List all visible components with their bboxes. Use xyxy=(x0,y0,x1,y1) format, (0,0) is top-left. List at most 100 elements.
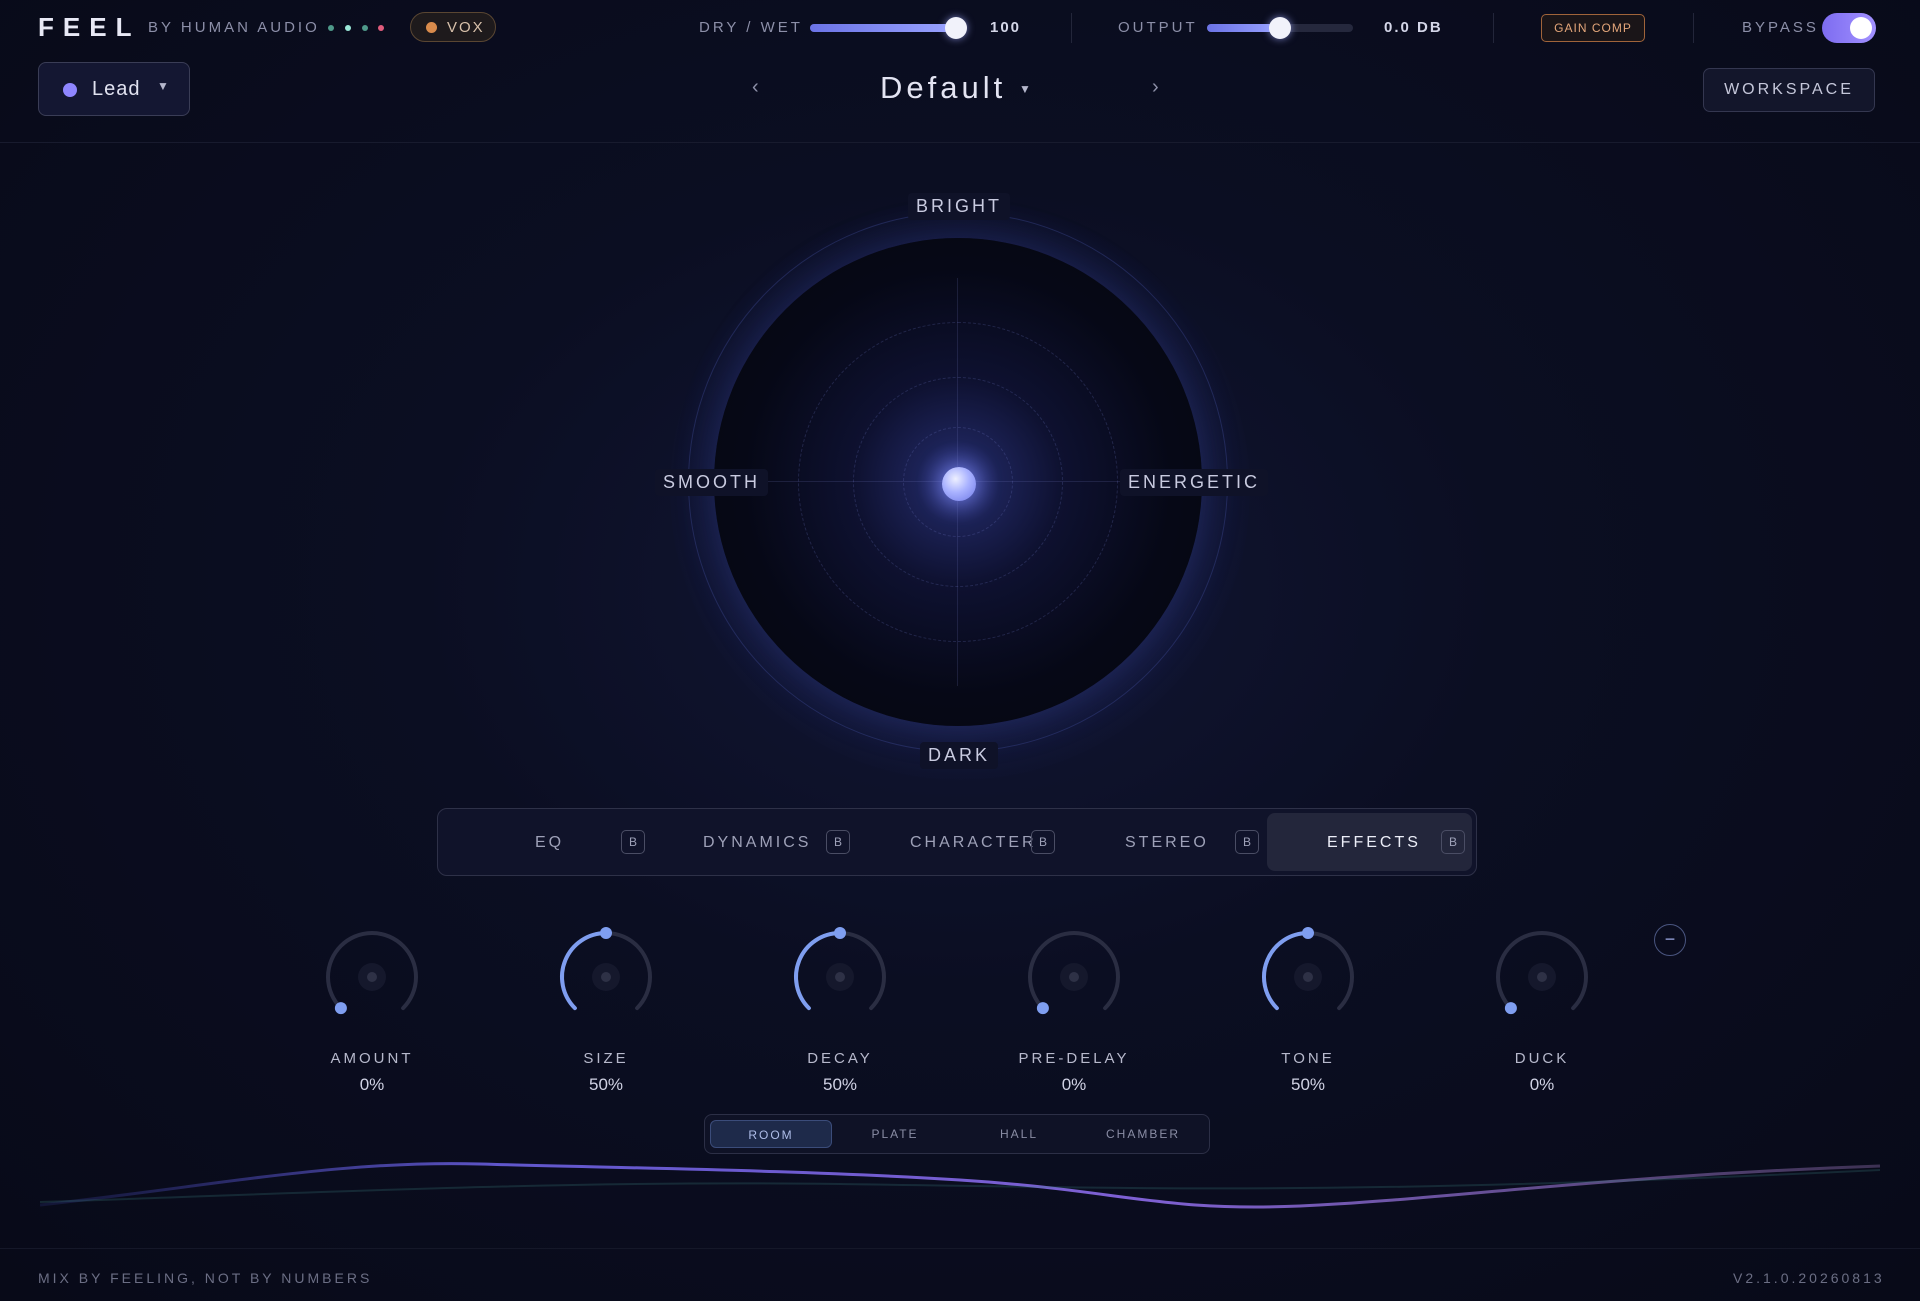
knob-label: TONE xyxy=(1281,1050,1335,1067)
status-dot xyxy=(378,25,384,31)
knob-dial[interactable] xyxy=(556,920,656,1020)
knob-dial[interactable] xyxy=(1258,920,1358,1020)
knob-value: 50% xyxy=(1290,1075,1326,1094)
collapse-button[interactable]: − xyxy=(1654,924,1686,956)
tab-effects[interactable]: EFFECTS B xyxy=(1267,813,1472,871)
bypass-toggle-knob xyxy=(1850,17,1872,39)
waveform-line xyxy=(40,1169,1880,1203)
reverb-type-room[interactable]: ROOM xyxy=(710,1120,832,1148)
caret-down-icon: ▼ xyxy=(157,79,169,93)
preset-prev-button[interactable]: ‹ xyxy=(752,76,759,99)
divider xyxy=(1071,13,1072,43)
source-indicator-icon xyxy=(426,22,437,33)
top-bar: FEEL BY HUMAN AUDIO VOX DRY / WET 100 OU… xyxy=(0,0,1920,56)
knob-value: 50% xyxy=(588,1075,624,1094)
divider xyxy=(1693,13,1694,43)
knob-indicator[interactable] xyxy=(834,927,846,939)
knob-value: 50% xyxy=(822,1075,858,1094)
app-logo: FEEL xyxy=(38,12,141,42)
source-badge-label: VOX xyxy=(447,19,485,36)
knob-indicator[interactable] xyxy=(1302,927,1314,939)
pad-label-left: SMOOTH xyxy=(655,469,768,496)
tab-dynamics[interactable]: DYNAMICS B xyxy=(653,813,853,871)
tab-label: STEREO xyxy=(1125,834,1209,851)
knob-decay[interactable]: DECAY 50% xyxy=(780,920,900,1100)
knob-value: 0% xyxy=(1529,1075,1555,1094)
dry-wet-fill xyxy=(810,24,956,32)
knob-label: SIZE xyxy=(583,1050,629,1067)
knob-dial[interactable] xyxy=(1024,920,1124,1020)
knob-hub xyxy=(1537,972,1547,982)
tab-eq[interactable]: EQ B xyxy=(450,813,650,871)
knob-indicator[interactable] xyxy=(1504,1002,1517,1015)
pad-label-top: BRIGHT xyxy=(908,193,1011,220)
tab-label: CHARACTER xyxy=(910,834,1037,851)
divider xyxy=(0,142,1920,143)
knob-hub xyxy=(1303,972,1313,982)
knob-value: 0% xyxy=(1061,1075,1087,1094)
status-dot xyxy=(328,25,334,31)
bypass-toggle[interactable] xyxy=(1822,13,1876,43)
knob-value: 0% xyxy=(359,1075,385,1094)
footer-version: V2.1.0.20260813 xyxy=(1733,1270,1885,1286)
knob-hub xyxy=(835,972,845,982)
tab-bypass-badge[interactable]: B xyxy=(621,830,645,854)
knob-dial[interactable] xyxy=(322,920,422,1020)
reverb-type-plate[interactable]: PLATE xyxy=(834,1120,956,1148)
track-selector-button[interactable]: Lead ▼ xyxy=(38,62,190,116)
dry-wet-value: 100 xyxy=(990,19,1022,36)
tab-character[interactable]: CHARACTER B xyxy=(858,813,1058,871)
knob-indicator[interactable] xyxy=(334,1002,347,1015)
knob-pre-delay[interactable]: PRE-DELAY 0% xyxy=(1014,920,1134,1100)
divider xyxy=(0,1248,1920,1249)
preset-next-button[interactable]: › xyxy=(1152,76,1159,99)
reverb-type-chamber[interactable]: CHAMBER xyxy=(1082,1120,1204,1148)
output-value: 0.0 DB xyxy=(1384,19,1443,36)
knob-hub xyxy=(1069,972,1079,982)
footer-tagline: MIX BY FEELING, NOT BY NUMBERS xyxy=(38,1270,373,1286)
preset-name-button[interactable]: Default xyxy=(880,70,1006,106)
reverb-type-hall[interactable]: HALL xyxy=(958,1120,1080,1148)
reverb-type-selector: ROOM PLATE HALL CHAMBER xyxy=(704,1114,1210,1154)
output-slider[interactable] xyxy=(1207,17,1353,39)
knob-indicator[interactable] xyxy=(1036,1002,1049,1015)
knob-label: PRE-DELAY xyxy=(1018,1050,1130,1067)
knob-hub xyxy=(367,972,377,982)
output-thumb[interactable] xyxy=(1269,17,1291,39)
tab-bypass-badge[interactable]: B xyxy=(1441,830,1465,854)
knob-tone[interactable]: TONE 50% xyxy=(1248,920,1368,1100)
tab-label: EQ xyxy=(535,834,565,851)
track-color-icon xyxy=(63,83,77,97)
status-dot xyxy=(362,25,368,31)
tab-stereo[interactable]: STEREO B xyxy=(1063,813,1263,871)
pad-puck[interactable] xyxy=(942,467,976,501)
tab-bypass-badge[interactable]: B xyxy=(1031,830,1055,854)
knob-label: AMOUNT xyxy=(330,1050,414,1067)
knob-label: DECAY xyxy=(807,1050,873,1067)
status-dot xyxy=(345,25,351,31)
tab-bypass-badge[interactable]: B xyxy=(1235,830,1259,854)
tab-bypass-badge[interactable]: B xyxy=(826,830,850,854)
knob-dial[interactable] xyxy=(1492,920,1592,1020)
output-label: OUTPUT xyxy=(1118,19,1198,36)
module-tab-bar: EQ B DYNAMICS B CHARACTER B STEREO B EFF… xyxy=(437,808,1477,876)
gain-comp-button[interactable]: GAIN COMP xyxy=(1541,14,1645,42)
caret-down-icon[interactable]: ▼ xyxy=(1019,82,1031,96)
source-badge-button[interactable]: VOX xyxy=(410,12,496,42)
divider xyxy=(1493,13,1494,43)
tab-label: DYNAMICS xyxy=(703,834,812,851)
dry-wet-thumb[interactable] xyxy=(945,17,967,39)
workspace-button[interactable]: WORKSPACE xyxy=(1703,68,1875,112)
bypass-label: BYPASS xyxy=(1742,19,1819,36)
knob-dial[interactable] xyxy=(790,920,890,1020)
pad-label-bottom: DARK xyxy=(920,742,999,769)
knob-indicator[interactable] xyxy=(600,927,612,939)
tab-label: EFFECTS xyxy=(1327,834,1421,851)
knob-size[interactable]: SIZE 50% xyxy=(546,920,666,1100)
app-byline: BY HUMAN AUDIO xyxy=(148,19,320,36)
knob-duck[interactable]: DUCK 0% xyxy=(1482,920,1602,1100)
pad-label-right: ENERGETIC xyxy=(1120,469,1269,496)
knob-label: DUCK xyxy=(1514,1050,1570,1067)
dry-wet-slider[interactable] xyxy=(810,17,967,39)
knob-amount[interactable]: AMOUNT 0% xyxy=(312,920,432,1100)
